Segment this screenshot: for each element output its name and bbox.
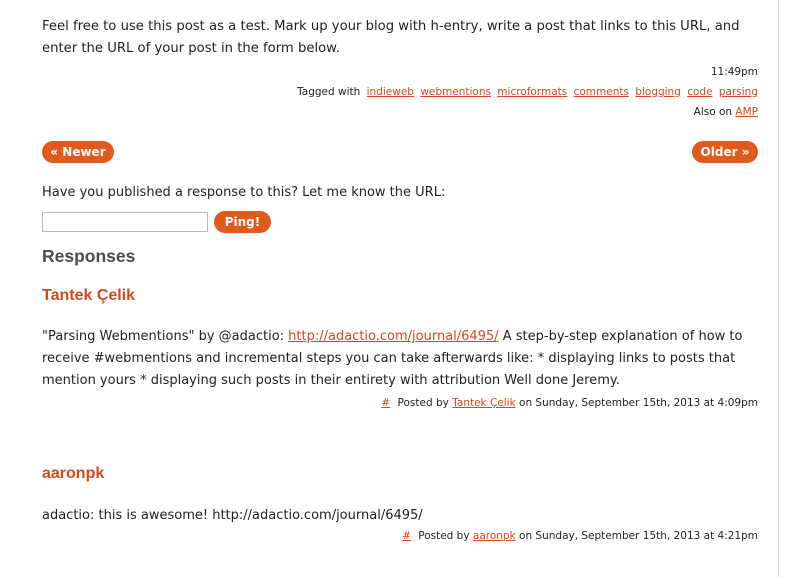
ping-button[interactable]: Ping!: [214, 211, 271, 233]
post-time[interactable]: 11:49pm: [711, 66, 758, 78]
response-text: "Parsing Webmentions" by @adactio: http:…: [42, 326, 758, 392]
response-permalink[interactable]: #: [381, 397, 390, 409]
newer-button[interactable]: « Newer: [42, 141, 114, 163]
also-on-amp-link[interactable]: AMP: [735, 106, 758, 118]
also-on-line: Also on AMP: [694, 106, 758, 118]
response-author-name: Tantek Çelik: [42, 287, 136, 304]
tagged-label: Tagged with: [297, 86, 361, 98]
response-url-input[interactable]: [42, 212, 208, 232]
response-meta: # Posted by Tantek Çelik on Sunday, Sept…: [381, 397, 758, 409]
sidebar-divider: [778, 0, 779, 577]
response-journal-link[interactable]: http://adactio.com/journal/6495/: [288, 329, 498, 344]
response-text-start: "Parsing Webmentions" by @adactio:: [42, 329, 289, 344]
response-date: on Sunday, September 15th, 2013 at 4:09p…: [519, 397, 758, 409]
response-permalink[interactable]: #: [402, 530, 411, 542]
posted-by-label: Posted by: [418, 530, 470, 542]
response-author-link[interactable]: Tantek Çelik: [452, 397, 515, 409]
older-button[interactable]: Older »: [692, 141, 758, 163]
response-prompt: Have you published a response to this? L…: [42, 185, 446, 200]
tags-line: Tagged with indieweb webmentions microfo…: [297, 86, 758, 98]
post-intro-text: Feel free to use this post as a test. Ma…: [42, 19, 740, 56]
post-time-label: 11:49pm: [710, 66, 758, 78]
response-text: adactio: this is awesome! http://adactio…: [42, 508, 423, 523]
response-meta: # Posted by aaronpk on Sunday, September…: [402, 530, 758, 542]
posted-by-label: Posted by: [397, 397, 449, 409]
tag-link-parsing[interactable]: parsing: [719, 86, 758, 98]
tag-link-indieweb[interactable]: indieweb: [367, 86, 414, 98]
response-author-name: aaronpk: [42, 465, 105, 482]
response-date: on Sunday, September 15th, 2013 at 4:21p…: [519, 530, 758, 542]
tag-link-comments[interactable]: comments: [574, 86, 629, 98]
tag-link-microformats[interactable]: microformats: [497, 86, 567, 98]
tag-link-blogging[interactable]: blogging: [635, 86, 681, 98]
responses-heading: Responses: [42, 246, 136, 266]
tag-link-webmentions[interactable]: webmentions: [420, 86, 491, 98]
also-on-label: Also on: [693, 106, 733, 118]
tag-link-code[interactable]: code: [687, 86, 712, 98]
response-author-link[interactable]: aaronpk: [473, 530, 516, 542]
